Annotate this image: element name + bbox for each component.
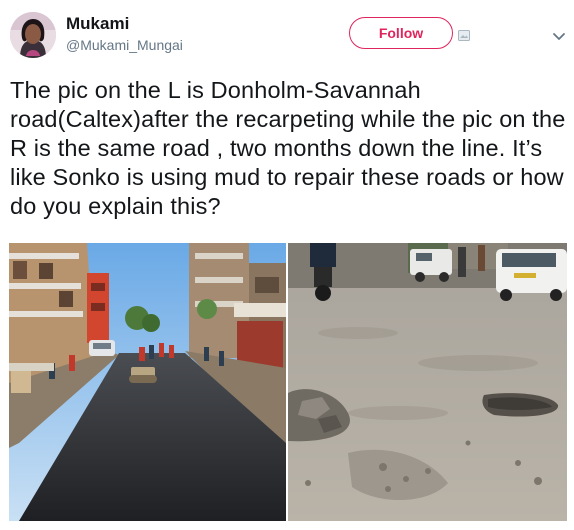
chevron-down-icon[interactable] (552, 29, 566, 40)
photo-left-new-road[interactable] (9, 243, 286, 521)
avatar[interactable] (10, 12, 56, 58)
author-handle[interactable]: @Mukami_Mungai (66, 37, 183, 53)
author-name[interactable]: Mukami (66, 14, 129, 34)
follow-button[interactable]: Follow (349, 17, 453, 49)
tweet-text: The pic on the L is Donholm-Savannah roa… (10, 77, 566, 219)
image-icon (458, 28, 470, 41)
photo-right-damaged-road[interactable] (288, 243, 567, 521)
follow-button-label: Follow (378, 25, 424, 41)
